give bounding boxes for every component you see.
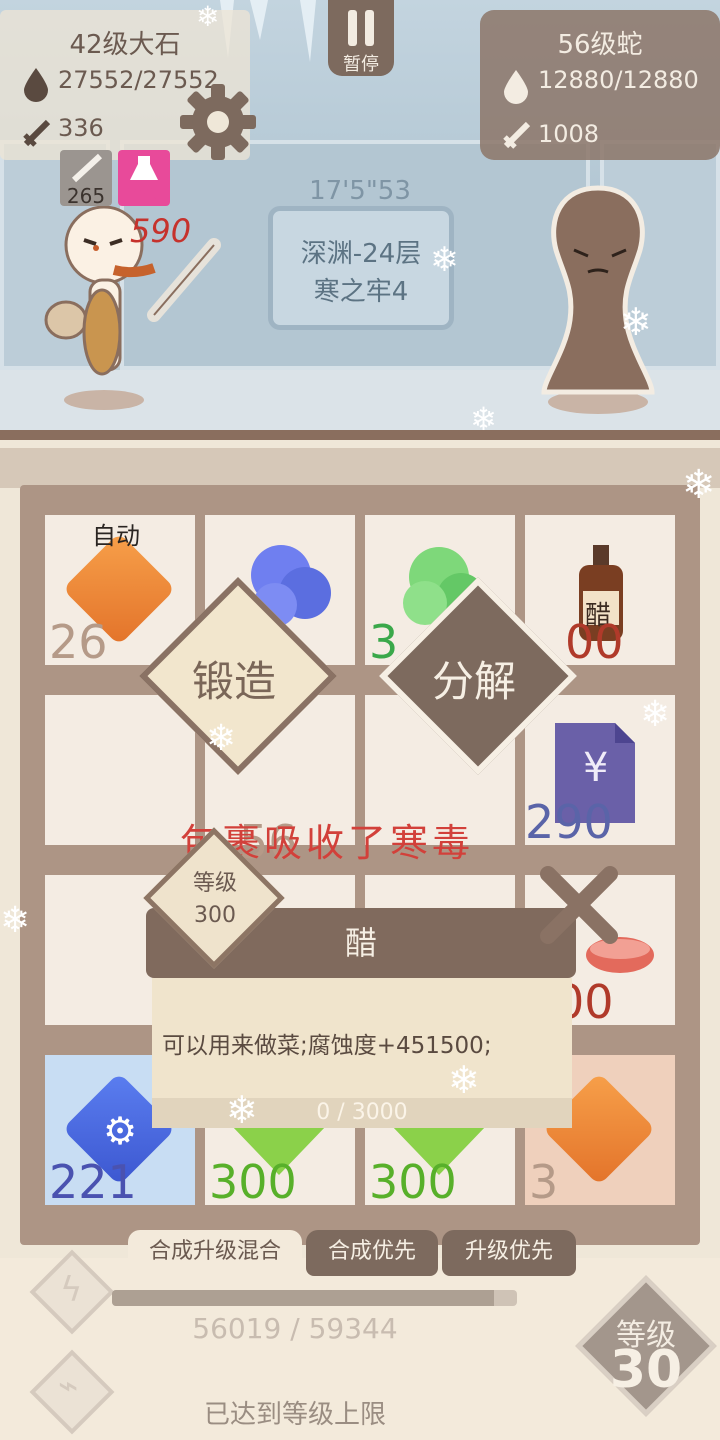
damage-number: 590: [130, 212, 192, 250]
enemy-attack: 1008: [538, 120, 600, 148]
buff-count: 265: [66, 184, 106, 208]
stage-sign: 深渊-24层 寒之牢4: [268, 206, 454, 330]
item-level-label: 等级: [192, 871, 237, 896]
tab-upgrade-first[interactable]: 升级优先: [442, 1230, 576, 1276]
forge-label: 锻造: [192, 657, 277, 706]
attack-sword-icon: [503, 121, 531, 149]
cell-count: 221: [49, 1155, 137, 1209]
pause-button[interactable]: 暂停: [328, 0, 394, 76]
potion-buff-icon: [130, 156, 158, 180]
xp-progress-bar: [112, 1290, 517, 1306]
cell-count: 00: [565, 615, 624, 669]
enemy-stats-panel: 56级蛇 12880/12880 1008: [480, 10, 720, 160]
snowflake-icon: ❄: [620, 300, 652, 344]
buff-badge-sword: 265: [60, 150, 112, 208]
snowflake-icon: ❄: [226, 1088, 258, 1132]
board-header-strip: [0, 448, 720, 488]
snowflake-icon: ❄: [206, 718, 237, 759]
yen-label: ¥: [583, 745, 609, 791]
close-icon[interactable]: [534, 860, 624, 950]
item-level-value: 300: [194, 903, 236, 928]
player-level-value: 30: [609, 1340, 683, 1400]
stage-floor: 深渊-24层: [300, 239, 422, 269]
snowflake-icon: ❄: [430, 240, 459, 280]
attack-sword-icon: [23, 119, 51, 147]
cell-count: 290: [525, 795, 613, 849]
hp-drop-icon: [24, 68, 48, 102]
auto-label[interactable]: 自动: [92, 516, 140, 551]
max-level-text: 已达到等级上限: [203, 1400, 386, 1430]
sword-buff-icon: [71, 153, 103, 183]
tab-merge-upgrade-mix[interactable]: 合成升级混合: [128, 1230, 302, 1276]
enemy-hp: 12880/12880: [538, 66, 699, 94]
zigzag-icon: ⌁: [58, 1366, 79, 1406]
cell-count: 300: [209, 1155, 297, 1209]
snowflake-icon: ❄: [470, 400, 497, 438]
battle-timer: 17'5"53: [309, 176, 411, 206]
popup-body: 可以用来做菜;腐蚀度+451500; 0 / 3000: [152, 978, 572, 1128]
gear-icon[interactable]: [180, 84, 256, 160]
buff-badge-potion: 2?2: [118, 150, 170, 208]
gear-small-icon: ⚙: [103, 1109, 138, 1153]
floor-edge: [0, 430, 720, 440]
pause-label: 暂停: [343, 54, 379, 75]
battle-scene: 42级大石 27552/27552 336 56级蛇 12880/12880 1…: [0, 0, 720, 440]
cell-count: 3: [529, 1155, 559, 1209]
snowflake-icon: ❄: [196, 0, 220, 33]
xp-progress-fill: [112, 1290, 495, 1306]
enemy-name: 56级蛇: [557, 30, 643, 60]
lightning-icon: ϟ: [60, 1270, 83, 1310]
item-level-text: 等级 300: [170, 868, 260, 932]
decompose-label: 分解: [432, 657, 517, 706]
snowflake-icon: ❄: [682, 462, 716, 508]
tab-merge-first[interactable]: 合成优先: [306, 1230, 438, 1276]
board-cell[interactable]: 醋 00: [525, 515, 675, 669]
cell-count: 26: [49, 615, 108, 669]
stage-name: 寒之牢4: [313, 277, 409, 307]
buff-count: 2?2: [125, 184, 163, 208]
snowflake-icon: ❄: [0, 900, 31, 941]
player-attack: 336: [58, 114, 104, 142]
popup-description: 可以用来做菜;腐蚀度+451500;: [162, 1033, 492, 1059]
popup-progress: 0 / 3000: [152, 1098, 572, 1128]
xp-text: 56019 / 59344: [192, 1312, 398, 1345]
pause-icon: [348, 10, 374, 46]
board-cell[interactable]: [45, 695, 195, 845]
cell-count: 300: [369, 1155, 457, 1209]
snowflake-icon: ❄: [640, 694, 671, 735]
hp-drop-icon: [504, 70, 528, 104]
snowflake-icon: ❄: [448, 1058, 480, 1102]
